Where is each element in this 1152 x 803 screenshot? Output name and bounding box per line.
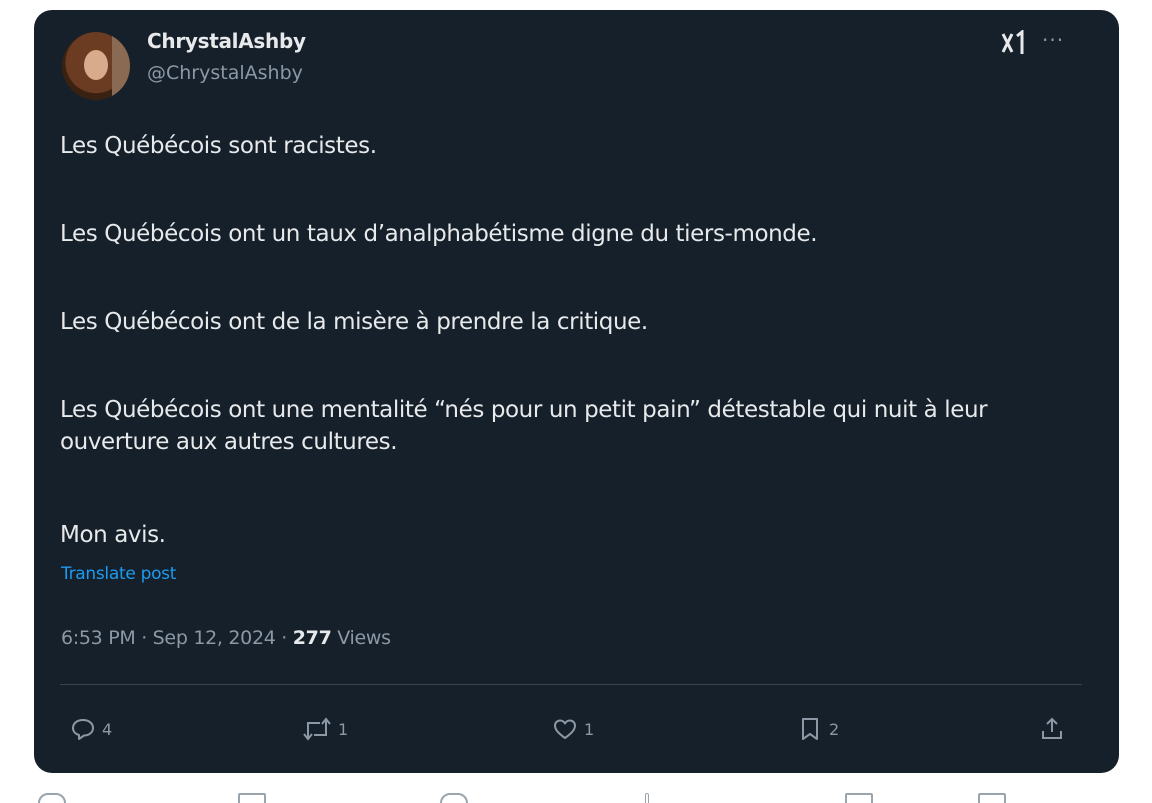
repost-icon — [238, 793, 266, 803]
post-paragraph: Les Québécois ont de la misère à prendre… — [60, 309, 648, 335]
bookmark-count: 2 — [829, 719, 840, 739]
bookmark-button[interactable]: 2 — [797, 714, 839, 744]
post-paragraph: Les Québécois sont racistes. — [60, 133, 377, 159]
post-card: ChrystalAshby @ChrystalAshby ··· Les Qué… — [34, 10, 1119, 773]
post-paragraph: Mon avis. — [60, 522, 166, 548]
bookmark-icon — [797, 716, 823, 742]
next-post-edge — [0, 790, 1152, 803]
views-label: Views — [331, 627, 391, 649]
like-count: 1 — [584, 719, 595, 739]
share-icon — [978, 793, 1006, 803]
views-count: 277 — [292, 627, 332, 649]
reply-icon — [38, 793, 66, 803]
post-metadata: 6:53 PM · Sep 12, 2024 · 277 Views — [61, 627, 391, 649]
avatar-face — [84, 50, 108, 80]
heart-icon — [552, 716, 578, 742]
reply-count: 4 — [102, 719, 113, 739]
grok-icon[interactable] — [1000, 28, 1026, 56]
post-timestamp[interactable]: 6:53 PM · Sep 12, 2024 · — [61, 627, 293, 649]
more-options-icon[interactable]: ··· — [1042, 28, 1064, 52]
reply-icon — [70, 716, 96, 742]
post-paragraph: Les Québécois ont un taux d’analphabétis… — [60, 221, 818, 247]
heart-icon — [440, 793, 468, 803]
share-button[interactable] — [1039, 714, 1065, 744]
avatar-background — [112, 32, 130, 100]
bookmark-icon — [845, 793, 873, 803]
repost-count: 1 — [338, 719, 349, 739]
post-paragraph: Les Québécois ont une mentalité “nés pou… — [60, 397, 988, 455]
repost-button[interactable]: 1 — [302, 714, 348, 744]
like-button[interactable]: 1 — [552, 714, 594, 744]
reply-button[interactable]: 4 — [70, 714, 112, 744]
avatar[interactable] — [62, 32, 130, 100]
user-handle[interactable]: @ChrystalAshby — [147, 62, 303, 84]
share-icon — [1039, 716, 1065, 742]
divider — [60, 684, 1082, 685]
views-icon — [645, 793, 649, 803]
display-name[interactable]: ChrystalAshby — [147, 29, 306, 53]
translate-post-link[interactable]: Translate post — [61, 564, 176, 584]
repost-icon — [302, 716, 332, 742]
